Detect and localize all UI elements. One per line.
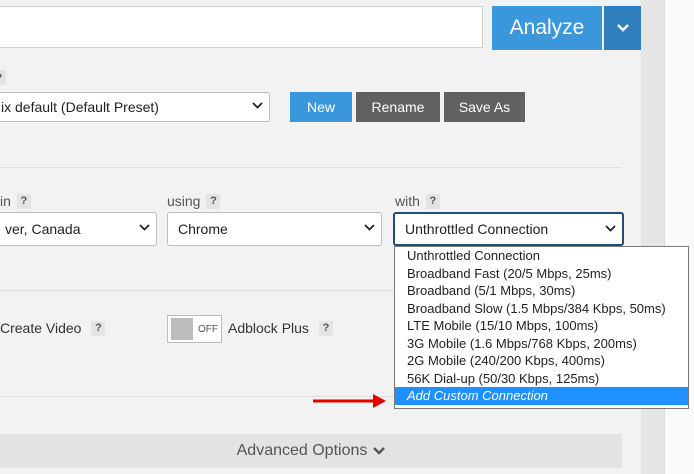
connection-option[interactable]: Unthrottled Connection	[395, 247, 688, 265]
connection-label-text: with	[395, 193, 420, 209]
red-arrow-icon	[313, 394, 386, 408]
location-label: in ?	[0, 193, 31, 209]
create-video-label: Create Video	[0, 320, 82, 336]
connection-option[interactable]: LTE Mobile (15/10 Mbps, 100ms)	[395, 317, 688, 335]
chevron-down-icon	[252, 102, 263, 109]
preset-select[interactable]: ix default (Default Preset)	[0, 92, 270, 122]
advanced-options-label: Advanced Options	[236, 442, 368, 459]
url-input[interactable]	[0, 6, 483, 48]
create-video-help-icon[interactable]: ?	[91, 320, 106, 336]
analyze-options-button[interactable]	[604, 6, 641, 50]
analyze-button[interactable]: Analyze	[492, 6, 602, 50]
rename-preset-button[interactable]: Rename	[356, 92, 440, 122]
chevron-down-icon	[373, 447, 386, 455]
create-video-option[interactable]: Create Video ?	[0, 320, 106, 336]
chevron-down-icon	[364, 224, 375, 231]
advanced-options-toggle[interactable]: Advanced Options	[0, 434, 622, 468]
browser-label-text: using	[167, 193, 201, 209]
preset-help-icon[interactable]: ?	[0, 70, 6, 85]
toggle-state: OFF	[198, 323, 218, 335]
connection-option[interactable]: 3G Mobile (1.6 Mbps/768 Kbps, 200ms)	[395, 335, 688, 353]
connection-select-value: Unthrottled Connection	[405, 221, 549, 237]
connection-dropdown-list[interactable]: Unthrottled Connection Broadband Fast (2…	[394, 246, 689, 409]
connection-label: with ?	[395, 193, 440, 209]
browser-help-icon[interactable]: ?	[206, 193, 221, 209]
browser-select[interactable]: Chrome	[167, 212, 382, 246]
connection-help-icon[interactable]: ?	[425, 193, 440, 209]
new-preset-button[interactable]: New	[290, 92, 352, 122]
adblock-option: Adblock Plus ?	[228, 320, 333, 336]
connection-option[interactable]: Broadband Slow (1.5 Mbps/384 Kbps, 50ms)	[395, 300, 688, 318]
adblock-toggle[interactable]: OFF	[167, 315, 222, 343]
divider	[0, 167, 622, 168]
location-select[interactable]: ver, Canada	[0, 212, 157, 246]
browser-select-value: Chrome	[178, 221, 228, 237]
connection-option[interactable]: Broadband (5/1 Mbps, 30ms)	[395, 282, 688, 300]
connection-option[interactable]: 56K Dial-up (50/30 Kbps, 125ms)	[395, 370, 688, 388]
browser-label: using ?	[167, 193, 221, 209]
location-help-icon[interactable]: ?	[16, 193, 31, 209]
preset-select-value: ix default (Default Preset)	[1, 99, 159, 115]
adblock-help-icon[interactable]: ?	[318, 320, 333, 336]
connection-select[interactable]: Unthrottled Connection	[393, 212, 624, 246]
location-select-value: ver, Canada	[5, 221, 81, 237]
add-custom-connection-option[interactable]: Add Custom Connection	[395, 387, 688, 405]
adblock-label: Adblock Plus	[228, 320, 309, 336]
chevron-down-icon	[605, 225, 616, 232]
toggle-knob	[171, 318, 193, 340]
connection-option[interactable]: Broadband Fast (20/5 Mbps, 25ms)	[395, 265, 688, 283]
save-as-preset-button[interactable]: Save As	[444, 92, 525, 122]
location-label-text: in	[0, 193, 11, 209]
chevron-down-icon	[616, 24, 629, 32]
connection-option[interactable]: 2G Mobile (240/200 Kbps, 400ms)	[395, 352, 688, 370]
chevron-down-icon	[139, 224, 150, 231]
